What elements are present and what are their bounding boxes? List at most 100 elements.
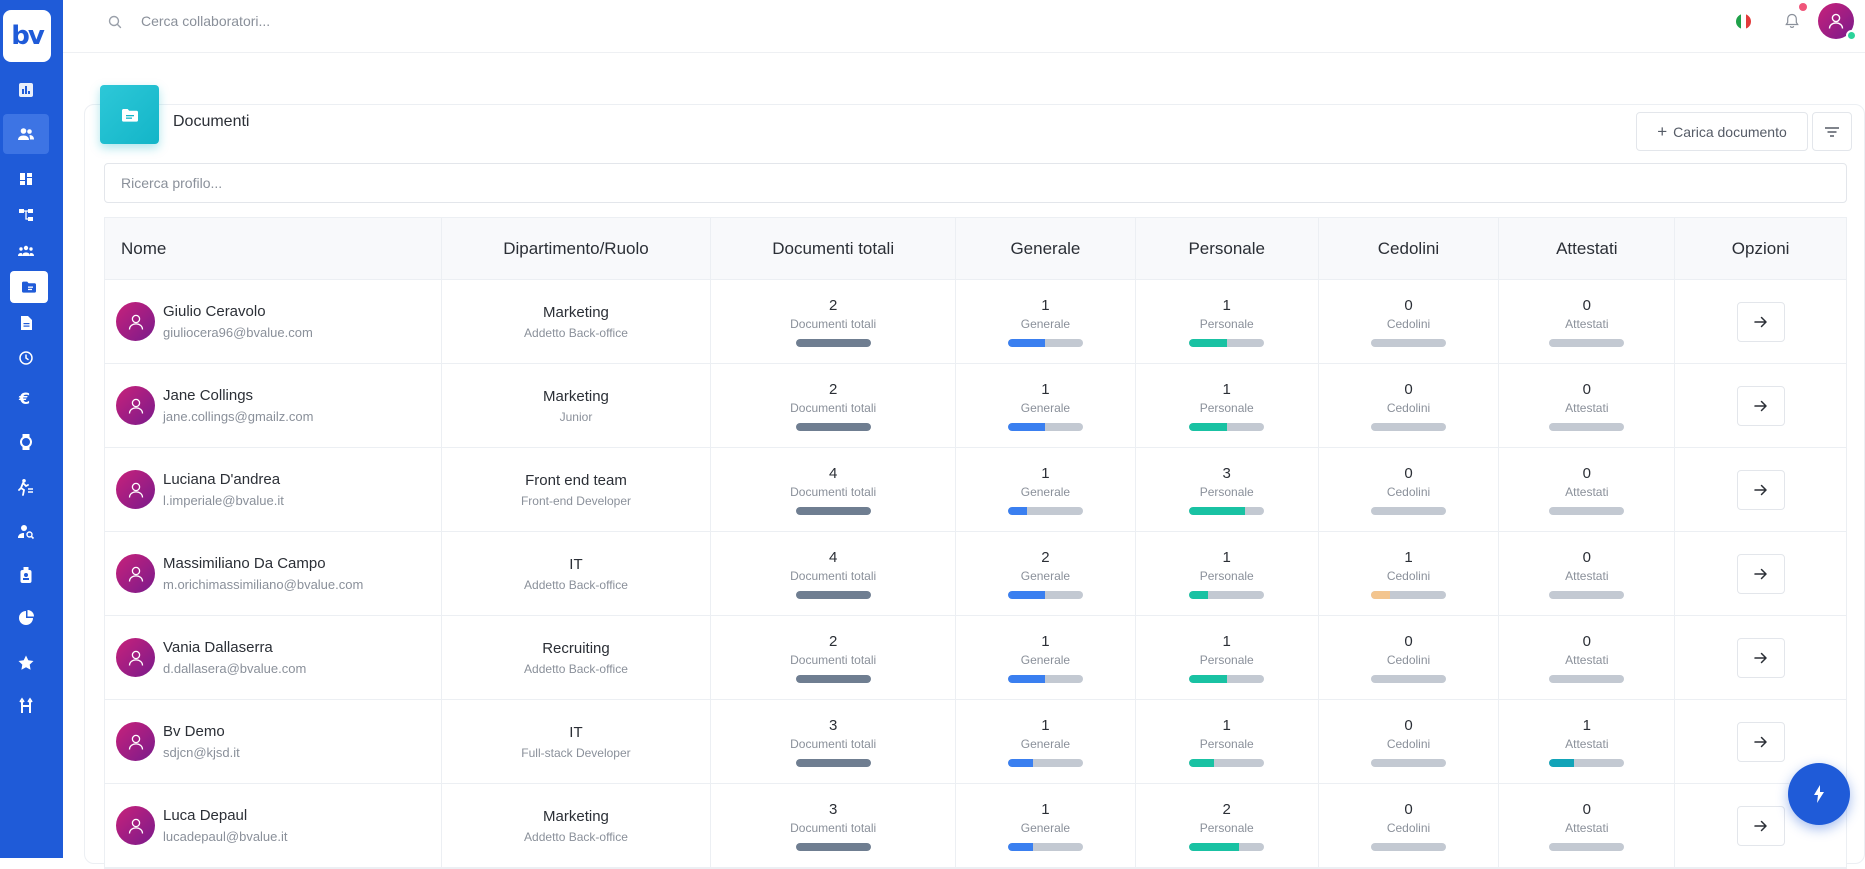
- total-documents-count: 4: [829, 548, 838, 566]
- personal-progress-fill: [1189, 842, 1240, 851]
- total-documents-cell: 4 Documenti totali: [711, 532, 957, 615]
- role: Addetto Back-office: [524, 325, 628, 340]
- personal-label: Personale: [1199, 400, 1254, 415]
- payslips-label: Cedolini: [1386, 652, 1431, 667]
- arrow-right-icon: [1753, 736, 1767, 747]
- general-progress-bar: [1007, 506, 1083, 515]
- sidebar-item-document[interactable]: [3, 303, 49, 343]
- certificates-count: 0: [1582, 548, 1591, 566]
- table-row: Vania Dallaserra d.dallasera@bvalue.com …: [105, 616, 1846, 700]
- bell-icon[interactable]: [1783, 12, 1801, 30]
- certificates-count: 0: [1582, 464, 1591, 482]
- general-progress-bar: [1007, 674, 1083, 683]
- payslips-cell: 0 Cedolini: [1319, 280, 1500, 363]
- certificates-count: 0: [1582, 800, 1591, 818]
- arrow-right-icon: [1753, 820, 1767, 831]
- sidebar-item-org-chart[interactable]: [3, 195, 49, 235]
- open-profile-button[interactable]: [1736, 553, 1785, 594]
- open-profile-button[interactable]: [1736, 805, 1785, 846]
- payslips-count: 0: [1404, 380, 1413, 398]
- open-profile-button[interactable]: [1736, 637, 1785, 678]
- department: Marketing: [543, 387, 609, 405]
- italian-flag-icon[interactable]: [1736, 14, 1751, 29]
- payslips-progress-bar: [1371, 506, 1446, 515]
- online-status-dot: [1846, 30, 1857, 41]
- sidebar-item-badge[interactable]: [3, 555, 49, 595]
- sidebar-item-dashboard[interactable]: [3, 159, 49, 199]
- header-total: Documenti totali: [711, 218, 957, 279]
- sidebar-item-team[interactable]: [3, 231, 49, 271]
- personal-progress-bar: [1189, 338, 1265, 347]
- total-documents-count: 3: [829, 800, 838, 818]
- upload-document-button[interactable]: + Carica documento: [1636, 112, 1808, 151]
- certificates-cell: 0 Attestati: [1499, 532, 1676, 615]
- total-documents-progress-bar: [795, 506, 871, 515]
- payslips-label: Cedolini: [1386, 568, 1431, 583]
- personal-progress-fill: [1189, 338, 1227, 347]
- employee-name: Massimiliano Da Campo: [163, 555, 326, 572]
- sidebar-item-users[interactable]: [3, 114, 49, 154]
- brand-logo[interactable]: bv: [3, 10, 51, 62]
- general-cell: 1 Generale: [956, 784, 1136, 867]
- collaborator-search-input[interactable]: Cerca collaboratori...: [141, 13, 270, 29]
- sidebar-item-pie-chart[interactable]: [3, 598, 49, 638]
- employee-name: Bv Demo: [163, 723, 225, 740]
- total-documents-label: Documenti totali: [790, 820, 877, 835]
- department: Front end team: [525, 471, 627, 489]
- general-progress-bar: [1007, 842, 1083, 851]
- folder-icon: [121, 108, 138, 122]
- sidebar-item-watch[interactable]: [3, 422, 49, 462]
- header-department: Dipartimento/Ruolo: [442, 218, 712, 279]
- total-documents-progress-bar: [795, 338, 871, 347]
- total-documents-progress-fill: [795, 590, 871, 599]
- sidebar-item-user-search[interactable]: [3, 511, 49, 551]
- personal-count: 1: [1222, 632, 1231, 650]
- employee-email: m.orichimassimiliano@bvalue.com: [163, 577, 364, 592]
- payslips-progress-bar: [1371, 674, 1446, 683]
- general-count: 1: [1041, 632, 1050, 650]
- sidebar-item-activity[interactable]: [3, 467, 49, 507]
- arrow-right-icon: [1753, 652, 1767, 663]
- sidebar-item-euro[interactable]: €: [3, 378, 49, 418]
- sidebar-item-chart[interactable]: [3, 70, 49, 110]
- open-profile-button[interactable]: [1736, 301, 1785, 342]
- payslips-count: 1: [1404, 548, 1413, 566]
- personal-progress-fill: [1189, 590, 1208, 599]
- open-profile-button[interactable]: [1736, 721, 1785, 762]
- personal-count: 1: [1222, 548, 1231, 566]
- euro-icon: €: [18, 389, 30, 407]
- certificates-count: 0: [1582, 296, 1591, 314]
- role: Addetto Back-office: [524, 661, 628, 676]
- personal-cell: 1 Personale: [1136, 616, 1319, 699]
- employee-email: l.imperiale@bvalue.it: [163, 493, 284, 508]
- department: IT: [569, 555, 583, 573]
- user-avatar[interactable]: [1818, 3, 1857, 41]
- certificates-progress-bar: [1549, 422, 1625, 431]
- certificates-label: Attestati: [1565, 400, 1609, 415]
- sidebar-item-star[interactable]: [3, 643, 49, 683]
- profile-search-input[interactable]: Ricerca profilo...: [104, 163, 1847, 203]
- personal-progress-fill: [1189, 674, 1227, 683]
- certificates-progress-bar: [1549, 590, 1625, 599]
- folder-badge: [100, 85, 159, 144]
- options-cell: [1675, 616, 1846, 699]
- general-count: 1: [1041, 800, 1050, 818]
- general-progress-fill: [1007, 674, 1046, 683]
- department-cell: Marketing Junior: [442, 364, 712, 447]
- name-cell: Giulio Ceravolo giuliocera96@bvalue.com: [105, 280, 442, 363]
- filter-button[interactable]: [1812, 112, 1852, 151]
- open-profile-button[interactable]: [1736, 385, 1785, 426]
- user-icon: [128, 566, 143, 582]
- sidebar-item-split[interactable]: [3, 686, 49, 726]
- total-documents-progress-fill: [795, 422, 871, 431]
- sidebar-item-clock[interactable]: [3, 338, 49, 378]
- clock-icon: [19, 351, 33, 365]
- general-cell: 1 Generale: [956, 448, 1136, 531]
- open-profile-button[interactable]: [1736, 469, 1785, 510]
- personal-count: 2: [1222, 800, 1231, 818]
- sidebar-item-folder[interactable]: [10, 271, 48, 303]
- employee-name: Giulio Ceravolo: [163, 303, 266, 320]
- user-icon: [128, 482, 143, 498]
- general-label: Generale: [1020, 568, 1071, 583]
- quick-action-button[interactable]: [1788, 763, 1850, 825]
